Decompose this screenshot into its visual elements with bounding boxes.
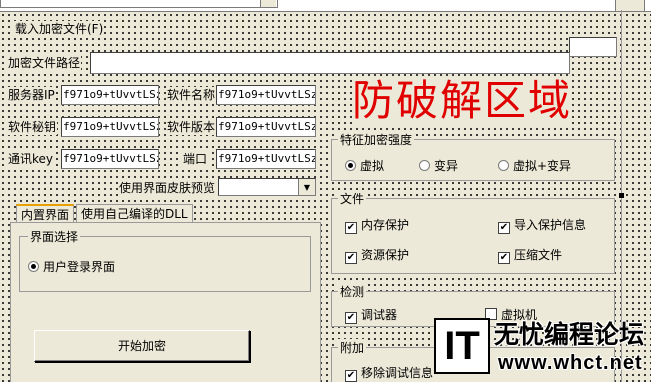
check-memory-protect-label: 内存保护 (361, 218, 410, 232)
chevron-down-icon: ▼ (303, 183, 311, 192)
check-resource-protect[interactable]: ✔ 资源保护 (345, 246, 416, 264)
radio-icon[interactable] (28, 261, 39, 272)
radio-icon[interactable] (345, 160, 356, 171)
tab-custom-dll[interactable]: 使用自己编译的DLL (76, 204, 193, 223)
ui-select-title: 界面选择 (28, 228, 81, 245)
path-input[interactable] (90, 52, 570, 74)
check-import-protect[interactable]: ✔ 导入保护信息 (498, 216, 593, 234)
check-debugger[interactable]: ✔ 调试器 (345, 306, 404, 324)
port-input[interactable]: f971o9+tUvvtLSz2 (216, 149, 316, 169)
software-key-input[interactable]: f971o9+tUvvtLSz2 (61, 117, 159, 137)
load-file-menu[interactable]: 载入加密文件(F) (14, 21, 105, 37)
radio-virtual[interactable]: 虚拟 (345, 157, 391, 174)
strength-title: 特征加密强度 (338, 131, 415, 148)
detect-group-title: 检测 (338, 283, 367, 300)
radio-user-login[interactable]: 用户登录界面 (28, 258, 122, 275)
software-name-input[interactable]: f971o9+tUvvtLSz2 (216, 85, 316, 105)
radio-mutation-label: 变异 (434, 159, 459, 173)
check-remove-debug[interactable]: ✔ 移除调试信息 (345, 364, 440, 382)
check-debugger-label: 调试器 (361, 308, 398, 322)
skin-label: 使用界面皮肤预览 (118, 180, 217, 196)
checkbox-icon[interactable]: ✔ (498, 222, 510, 234)
watermark-it-logo: IT (434, 318, 490, 374)
radio-icon[interactable] (498, 160, 509, 171)
check-import-protect-label: 导入保护信息 (514, 218, 587, 232)
tab-builtin-ui[interactable]: 内置界面 (16, 204, 75, 224)
radio-user-login-label: 用户登录界面 (43, 260, 116, 274)
checkbox-icon[interactable]: ✔ (345, 252, 357, 264)
checkbox-icon[interactable]: ✔ (345, 312, 357, 324)
top-combo-arrow[interactable] (260, 0, 276, 7)
side-input[interactable] (569, 37, 617, 57)
resize-handle[interactable] (619, 193, 624, 198)
port-label: 端口 (182, 151, 209, 167)
top-combo[interactable] (0, 0, 278, 8)
start-encrypt-button[interactable]: 开始加密 (34, 330, 250, 362)
watermark-url: www.whct.net (498, 352, 643, 374)
skin-dropdown-button[interactable]: ▼ (298, 179, 315, 195)
extra-group-title: 附加 (338, 339, 367, 356)
anti-crack-title: 防破解区域 (352, 76, 573, 125)
watermark-it: IT (444, 324, 480, 368)
check-memory-protect[interactable]: ✔ 内存保护 (345, 216, 416, 234)
checkbox-icon[interactable]: ✔ (498, 252, 510, 264)
checkbox-icon[interactable]: ✔ (345, 370, 357, 382)
server-ip-input[interactable]: f971o9+tUvvtLSz2 (61, 85, 159, 105)
start-encrypt-label: 开始加密 (117, 339, 166, 353)
comm-key-input[interactable]: f971o9+tUvvtLSz2 (61, 149, 159, 169)
path-label: 加密文件路径 (7, 55, 82, 71)
top-right-box (615, 0, 645, 12)
check-resource-protect-label: 资源保护 (361, 248, 410, 262)
watermark-cn: 无忧编程论坛 (494, 320, 645, 349)
software-version-label: 软件版本 (166, 119, 217, 135)
check-remove-debug-label: 移除调试信息 (361, 366, 434, 380)
radio-icon[interactable] (419, 160, 430, 171)
check-compress-label: 压缩文件 (514, 248, 563, 262)
checkbox-icon[interactable]: ✔ (345, 222, 357, 234)
file-group-title: 文件 (338, 190, 367, 207)
radio-mutation[interactable]: 变异 (419, 157, 465, 174)
radio-virtual-mutation[interactable]: 虚拟+变异 (498, 157, 578, 174)
server-ip-label: 服务器IP (7, 87, 56, 103)
software-version-input[interactable]: f971o9+tUvvtLSz2 (216, 117, 316, 137)
software-key-label: 软件秘钥 (7, 119, 58, 135)
radio-virtual-mutation-label: 虚拟+变异 (513, 159, 572, 173)
comm-key-label: 通讯key (7, 151, 55, 167)
radio-virtual-label: 虚拟 (360, 159, 385, 173)
check-compress[interactable]: ✔ 压缩文件 (498, 246, 569, 264)
software-name-label: 软件名称 (166, 87, 217, 103)
